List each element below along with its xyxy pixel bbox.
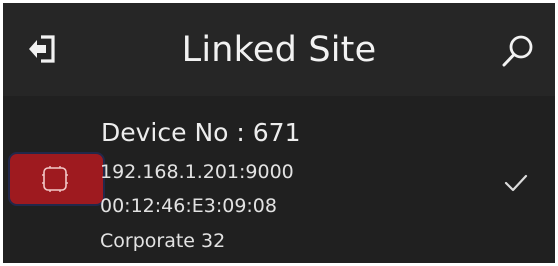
- header-bar: Linked Site: [3, 3, 555, 96]
- device-frame-icon: [42, 166, 68, 192]
- device-site-name: Corporate 32: [100, 230, 226, 252]
- search-button[interactable]: [499, 31, 539, 71]
- device-mac-address: 00:12:46:E3:09:08: [100, 195, 277, 217]
- app-screen: Linked Site Device No: 671 192.168.1.20…: [3, 3, 555, 263]
- search-icon: [502, 35, 533, 67]
- device-name: Device No : 671: [101, 118, 301, 147]
- device-badge: [8, 152, 105, 206]
- linked-site-list: Device No : 671 192.168.1.201:9000 00:12…: [3, 96, 555, 263]
- check-icon: [504, 174, 528, 192]
- page-title: Linked Site: [181, 30, 377, 70]
- device-list-item[interactable]: Device No : 671 192.168.1.201:9000 00:12…: [3, 96, 555, 263]
- device-ip-address: 192.168.1.201:9000: [100, 161, 294, 183]
